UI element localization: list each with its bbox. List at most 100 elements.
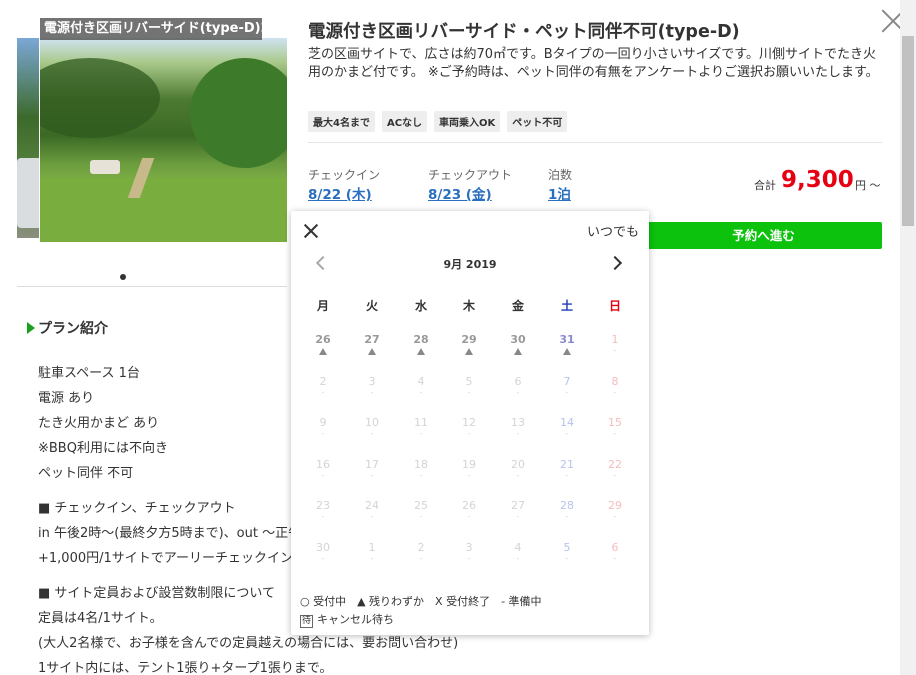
calendar-day[interactable]: 3- <box>445 541 493 571</box>
plan-text-line: ペット同伴 不可 <box>38 466 134 481</box>
waitlist-mark: 待 <box>300 615 314 628</box>
calendar-day-number: 25 <box>414 499 428 512</box>
total-label: 合計 <box>754 179 776 192</box>
calendar-day-number: 20 <box>511 457 525 471</box>
plan-text-line: 電源 あり <box>38 391 95 406</box>
calendar-day[interactable]: 10- <box>348 416 396 446</box>
triangle-right-icon <box>27 322 35 334</box>
anytime-button[interactable]: いつでも <box>587 221 639 240</box>
calendar-day-number: 16 <box>316 457 330 471</box>
calendar-day[interactable]: 19- <box>445 458 493 488</box>
calendar-day-number: 3 <box>368 374 376 388</box>
plan-text-line: 駐車スペース 1台 <box>38 366 140 381</box>
calendar-day[interactable]: 6- <box>591 541 639 571</box>
availability-status: - <box>321 512 325 521</box>
calendar-day[interactable]: 31 <box>543 333 591 363</box>
calendar-day[interactable]: 30 <box>494 333 542 363</box>
calendar-day-number: 29 <box>461 333 477 346</box>
calendar-day[interactable]: 25- <box>397 499 445 529</box>
waitlist-label: キャンセル待ち <box>317 613 395 626</box>
availability-status: - <box>613 387 617 397</box>
calendar-day[interactable]: 5- <box>445 375 493 405</box>
calendar-day[interactable]: 6- <box>494 375 542 405</box>
calendar-day[interactable]: 20- <box>494 458 542 488</box>
calendar-day[interactable]: 18- <box>397 458 445 488</box>
calendar-day[interactable]: 26- <box>445 499 493 529</box>
availability-status: - <box>613 346 617 355</box>
calendar-day[interactable]: 21- <box>543 458 591 488</box>
checkout-date-link[interactable]: 8/23 (金) <box>428 183 492 203</box>
calendar-day[interactable]: 12- <box>445 416 493 446</box>
calendar-day-number: 24 <box>365 499 379 512</box>
plan-text-line: 1サイト内には、テント1張り+タープ1張りまで。 <box>38 661 333 675</box>
calendar-day[interactable]: 29- <box>591 499 639 529</box>
close-icon[interactable] <box>303 223 319 239</box>
calendar-day[interactable]: 14- <box>543 416 591 446</box>
calendar-day[interactable]: 15- <box>591 416 639 446</box>
calendar-day[interactable]: 8- <box>591 375 639 405</box>
calendar-day[interactable]: 27 <box>348 333 396 363</box>
weekday-header: 金 <box>511 299 524 313</box>
calendar-day[interactable]: 23- <box>299 499 347 529</box>
calendar-day[interactable]: 11- <box>397 416 445 446</box>
calendar-month-label: 9月 2019 <box>443 258 497 271</box>
calendar-day-number: 30 <box>316 540 330 554</box>
availability-status: - <box>370 553 374 563</box>
calendar-day[interactable]: 2- <box>397 541 445 571</box>
checkin-date-link[interactable]: 8/22 (木) <box>308 183 372 203</box>
availability-status: - <box>370 512 374 521</box>
calendar-day-number: 5 <box>465 374 473 388</box>
availability-status: - <box>321 429 325 438</box>
availability-status: - <box>565 429 569 438</box>
gallery-photo <box>40 38 287 242</box>
calendar-day[interactable]: 1- <box>591 333 639 363</box>
checkin-label: チェックイン <box>308 168 381 182</box>
gallery-pagination-dot[interactable] <box>120 274 126 280</box>
calendar-day[interactable]: 29 <box>445 333 493 363</box>
calendar-day[interactable]: 24- <box>348 499 396 529</box>
availability-status: - <box>467 429 471 438</box>
calendar-day[interactable]: 3- <box>348 375 396 405</box>
plan-text-line: ■ チェックイン、チェックアウト <box>38 501 236 516</box>
gallery-prev-photo[interactable] <box>17 38 39 238</box>
calendar-day[interactable]: 4- <box>494 541 542 571</box>
calendar-day-number: 5 <box>563 540 571 554</box>
calendar-day-number: 9 <box>319 416 327 429</box>
calendar-day[interactable]: 22- <box>591 458 639 488</box>
weekday-header: 土 <box>560 299 573 313</box>
plan-heading-label: プラン紹介 <box>38 321 108 337</box>
calendar-day[interactable]: 9- <box>299 416 347 446</box>
calendar-day[interactable]: 17- <box>348 458 396 488</box>
availability-status: - <box>613 429 617 438</box>
scrollbar-thumb[interactable] <box>902 36 914 226</box>
availability-status: - <box>613 512 617 521</box>
calendar-day[interactable]: 27- <box>494 499 542 529</box>
calendar-day-number: 28 <box>560 499 574 512</box>
calendar-day[interactable]: 30- <box>299 541 347 571</box>
reserve-button[interactable]: 予約へ進む <box>645 222 882 249</box>
calendar-day[interactable]: 2- <box>299 375 347 405</box>
nights-label: 泊数 <box>548 168 573 182</box>
few-left-icon <box>417 348 425 355</box>
availability-status: - <box>321 553 325 563</box>
calendar-day-number: 23 <box>316 499 330 512</box>
availability-status <box>543 346 591 357</box>
calendar-day[interactable]: 28- <box>543 499 591 529</box>
scrollbar[interactable] <box>900 0 916 675</box>
few-left-icon <box>319 348 327 355</box>
calendar-day[interactable]: 28 <box>397 333 445 363</box>
checkout-label: チェックアウト <box>428 168 513 182</box>
calendar-day-number: 3 <box>465 540 473 554</box>
calendar-day-number: 19 <box>462 457 476 471</box>
calendar-day[interactable]: 1- <box>348 541 396 571</box>
calendar-day[interactable]: 5- <box>543 541 591 571</box>
calendar-day[interactable]: 26 <box>299 333 347 363</box>
calendar-day[interactable]: 7- <box>543 375 591 405</box>
availability-status: - <box>565 470 569 480</box>
calendar-day-number: 28 <box>413 333 429 346</box>
calendar-day-number: 4 <box>514 540 522 554</box>
calendar-day[interactable]: 4- <box>397 375 445 405</box>
calendar-day[interactable]: 16- <box>299 458 347 488</box>
calendar-day[interactable]: 13- <box>494 416 542 446</box>
nights-link[interactable]: 1泊 <box>548 183 571 203</box>
